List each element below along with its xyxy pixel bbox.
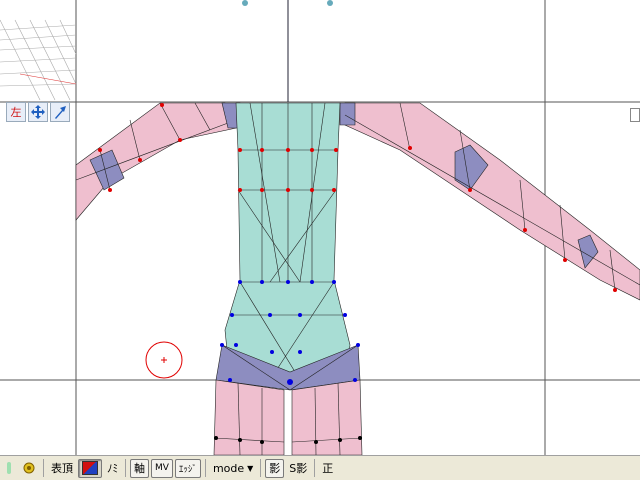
view-direction-label: 左	[10, 106, 22, 119]
toolbar-separator	[314, 459, 316, 477]
brush-cursor	[145, 341, 183, 379]
mode-dropdown[interactable]: mode ▼	[210, 459, 256, 478]
view-direction-button[interactable]: 左	[6, 102, 26, 122]
mode-dropdown-label: mode	[212, 461, 245, 475]
toolbar-separator	[43, 459, 44, 477]
3d-viewport[interactable]: 左	[0, 0, 640, 456]
edge-button[interactable]: ｴｯｼﾞ	[174, 458, 201, 478]
toolbar-separator	[125, 459, 126, 477]
mv-button[interactable]: MV	[151, 458, 173, 478]
only-toggle[interactable]: ﾉﾐ	[104, 459, 121, 478]
toolbar-separator	[260, 459, 262, 477]
perspective-grid	[0, 19, 77, 101]
eye-icon[interactable]	[1, 459, 17, 478]
side-panel-toggle[interactable]	[630, 108, 640, 122]
material-color-icon	[82, 461, 98, 475]
axis-button[interactable]: 軸	[130, 458, 149, 478]
rotate-arrow-icon[interactable]	[50, 102, 70, 122]
self-shadow-button[interactable]: S影	[286, 459, 310, 478]
torso-mesh	[224, 102, 351, 381]
surface-vertex-toggle[interactable]: 表頂	[48, 459, 76, 478]
bottom-toolbar: 表頂 ﾉﾐ 軸 MV ｴｯｼﾞ mode ▼ 影 S影 正	[0, 455, 640, 480]
front-view-button[interactable]: 正	[319, 459, 336, 478]
material-color-button[interactable]	[78, 458, 102, 478]
shadow-button[interactable]: 影	[265, 458, 285, 478]
toolbar-separator	[204, 459, 206, 477]
chevron-down-icon: ▼	[247, 463, 254, 473]
right-arm-mesh	[339, 102, 640, 301]
move-arrows-icon[interactable]	[28, 102, 48, 122]
model-canvas[interactable]	[0, 0, 640, 456]
view-control-panel: 左	[6, 102, 70, 122]
legs-mesh	[213, 379, 363, 456]
lock-icon[interactable]	[19, 459, 39, 478]
left-arm-mesh	[75, 102, 241, 221]
